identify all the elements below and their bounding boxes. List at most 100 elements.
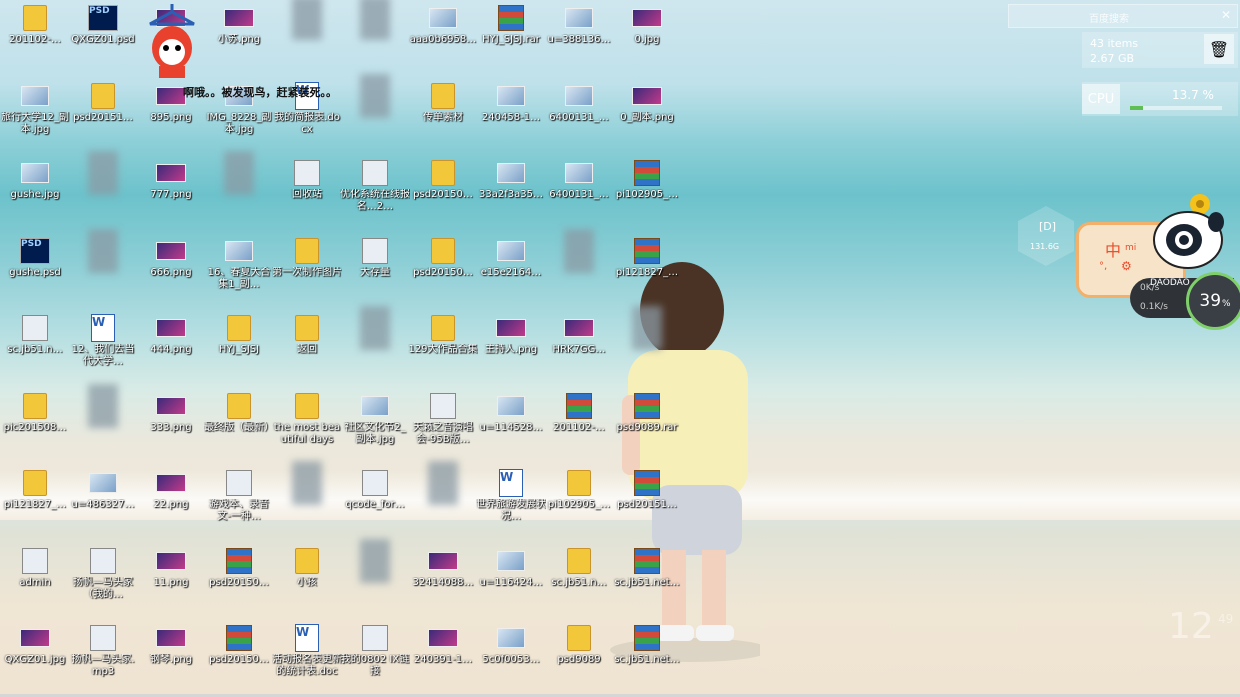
desktop-icon[interactable]: 11.png [136,548,206,589]
desktop-icon[interactable]: sc.jb51.n… [0,315,70,356]
desktop-icon[interactable] [340,73,410,118]
desktop-icon[interactable]: 小孩 [272,547,342,589]
trash-icon[interactable]: 🗑 [1204,34,1234,64]
desktop-icon[interactable]: qcode_for… [340,470,410,511]
desktop-icon-label: gushe.psd [9,266,61,278]
desktop-icon[interactable]: 240391-1… [408,625,478,666]
desktop-icon[interactable]: sc.jb51.n… [544,547,614,589]
desktop-icon[interactable]: 0_副本.png [612,83,682,124]
desktop-icon[interactable]: PSD QXGZ01.psd [68,5,138,46]
desktop-icon[interactable]: HYJ_SJSJ [204,315,274,356]
desktop-icon[interactable]: pic201508… [0,392,70,434]
desktop-icon[interactable]: HRK7GG… [544,315,614,356]
desktop-icon-label: 5c0f0053… [482,654,540,665]
desktop-icon-label: 11.png [153,576,189,588]
desktop-icon[interactable] [68,383,138,428]
desktop-icon[interactable]: 5c0f0053… [476,625,546,666]
desktop-icon[interactable]: u=388136… [544,5,614,46]
desktop-icon[interactable]: sc.jb51.net… [612,547,682,589]
desktop-icon[interactable]: pi102905_… [544,470,614,511]
ime-lang-indicator[interactable]: 中 [1105,237,1121,261]
desktop-icon[interactable]: 33a2f3a35… [476,160,546,201]
desktop-icon[interactable]: W 12、我们去当代大学… [68,314,138,368]
desktop-icon[interactable]: u=114528… [476,393,546,434]
desktop-icon[interactable] [408,461,478,505]
desktop-icon[interactable]: QXGZ01.jpg [0,625,70,666]
desktop-icon[interactable]: 旅行大学12_副本.jpg [0,83,70,136]
desktop-icon[interactable]: pi121827_… [612,237,682,279]
jpg-file-icon [564,83,594,109]
desktop-icon[interactable]: gushe.jpg [0,160,70,201]
desktop-icon[interactable]: 32414088… [408,548,478,589]
desktop-icon[interactable] [272,461,342,505]
desktop-icon[interactable]: 扬帆—马头家（我的… [68,547,138,601]
desktop-icon[interactable]: psd20150… [408,237,478,279]
desktop-icon[interactable]: PSD gushe.psd [0,237,70,279]
desktop-icon[interactable]: 201102-… [544,392,614,434]
desktop-icon[interactable] [340,306,410,350]
desktop-icon[interactable]: psd20150… [204,547,274,589]
desktop-icon[interactable]: 第一次制作图片 [272,237,342,279]
desktop-icon[interactable]: 返回 [272,315,342,356]
desktop-icon[interactable]: HYJ_SJSJ.rar [476,5,546,46]
close-icon[interactable]: ✕ [1221,8,1231,22]
hanging-mascot-image[interactable] [145,2,199,82]
desktop-icon[interactable] [612,306,682,350]
desktop-icon[interactable] [68,151,138,195]
recycle-bin-widget[interactable]: 43 items 2.67 GB 🗑 [1082,32,1238,68]
memory-gauge[interactable]: 39% [1186,272,1240,330]
desktop-icon[interactable]: 钢琴.png [136,625,206,666]
desktop-icon[interactable]: psd9089.rar [612,392,682,434]
desktop-icon[interactable]: pi102905_… [612,160,682,201]
desktop-icon[interactable]: pi121827_… [0,470,70,511]
desktop-icon[interactable]: e15e2164… [476,238,546,279]
desktop-icon[interactable]: 777.png [136,160,206,201]
desktop-icon[interactable]: psd9089 [544,625,614,666]
desktop-icon[interactable]: 666.png [136,238,206,279]
desktop-icon[interactable]: 主持人.png [476,315,546,356]
desktop-icon[interactable]: the most beautiful days [272,392,342,446]
desktop-icon[interactable] [272,0,342,40]
desktop-icon[interactable]: 游戏本、录音文-一种… [204,470,274,523]
desktop-icon[interactable]: u=116424… [476,548,546,589]
desktop-icon[interactable]: psd20150… [408,160,478,201]
desktop-icon[interactable]: 444.png [136,315,206,356]
desktop-icon[interactable]: 优化系统在线报名…2… [340,160,410,213]
desktop-icon[interactable]: sc.jb51.net… [612,625,682,666]
gear-icon[interactable]: ⚙ [1121,259,1132,273]
desktop-icon[interactable]: 回收站 [272,160,342,201]
desktop-icon[interactable]: 小苏.png [204,5,274,46]
desktop-icon[interactable]: admin [0,547,70,589]
desktop-icon[interactable]: 我的0802 IX链接 [340,625,410,678]
desktop-icon[interactable]: 传单素材 [408,82,478,124]
desktop-icon[interactable]: 最终版（最新） [204,392,274,434]
desktop-icon[interactable]: aaa0b6958… [408,5,478,46]
desktop-icon[interactable]: 16、春夏大合集1_副… [204,238,274,291]
desktop-icon[interactable]: 6400131_… [544,83,614,124]
desktop-icon[interactable]: 0.jpg [612,5,682,46]
ime-punctuation-icon[interactable]: °, [1099,261,1107,272]
desktop-icon[interactable]: u=486327… [68,470,138,511]
search-panel[interactable]: 百度搜索 ✕ [1008,4,1238,28]
desktop-icon[interactable]: psd20150… [204,625,274,666]
desktop-icon[interactable] [340,0,410,40]
desktop-icon[interactable]: 240458-1… [476,83,546,124]
desktop-icon[interactable]: 天籁之音演唱会-95B版… [408,392,478,446]
desktop-icon[interactable]: 社区文化节2_副本.jpg [340,393,410,446]
desktop-icon[interactable]: 大存量 [340,237,410,279]
desktop-icon[interactable] [340,538,410,583]
desktop-icon[interactable]: 333.png [136,393,206,434]
desktop-icon[interactable]: W 活动报名表更新的统计表.doc [272,624,342,678]
desktop-icon[interactable] [544,228,614,273]
desktop-icon[interactable]: 扬帆—马头家.mp3 [68,625,138,678]
desktop-icon[interactable]: W 世界旅游发展状况… [476,469,546,523]
desktop-icon[interactable] [204,151,274,195]
desktop-icon[interactable]: 129大作品合集 [408,315,478,356]
desktop-icon[interactable]: psd20151… [612,470,682,511]
drive-hex-widget[interactable] [1018,206,1074,266]
desktop-icon[interactable]: psd20151… [68,82,138,124]
desktop-icon[interactable]: 201102-… [0,5,70,46]
desktop-icon[interactable]: 22.png [136,470,206,511]
desktop-icon[interactable]: 6400131_… [544,160,614,201]
desktop-icon[interactable] [68,228,138,273]
